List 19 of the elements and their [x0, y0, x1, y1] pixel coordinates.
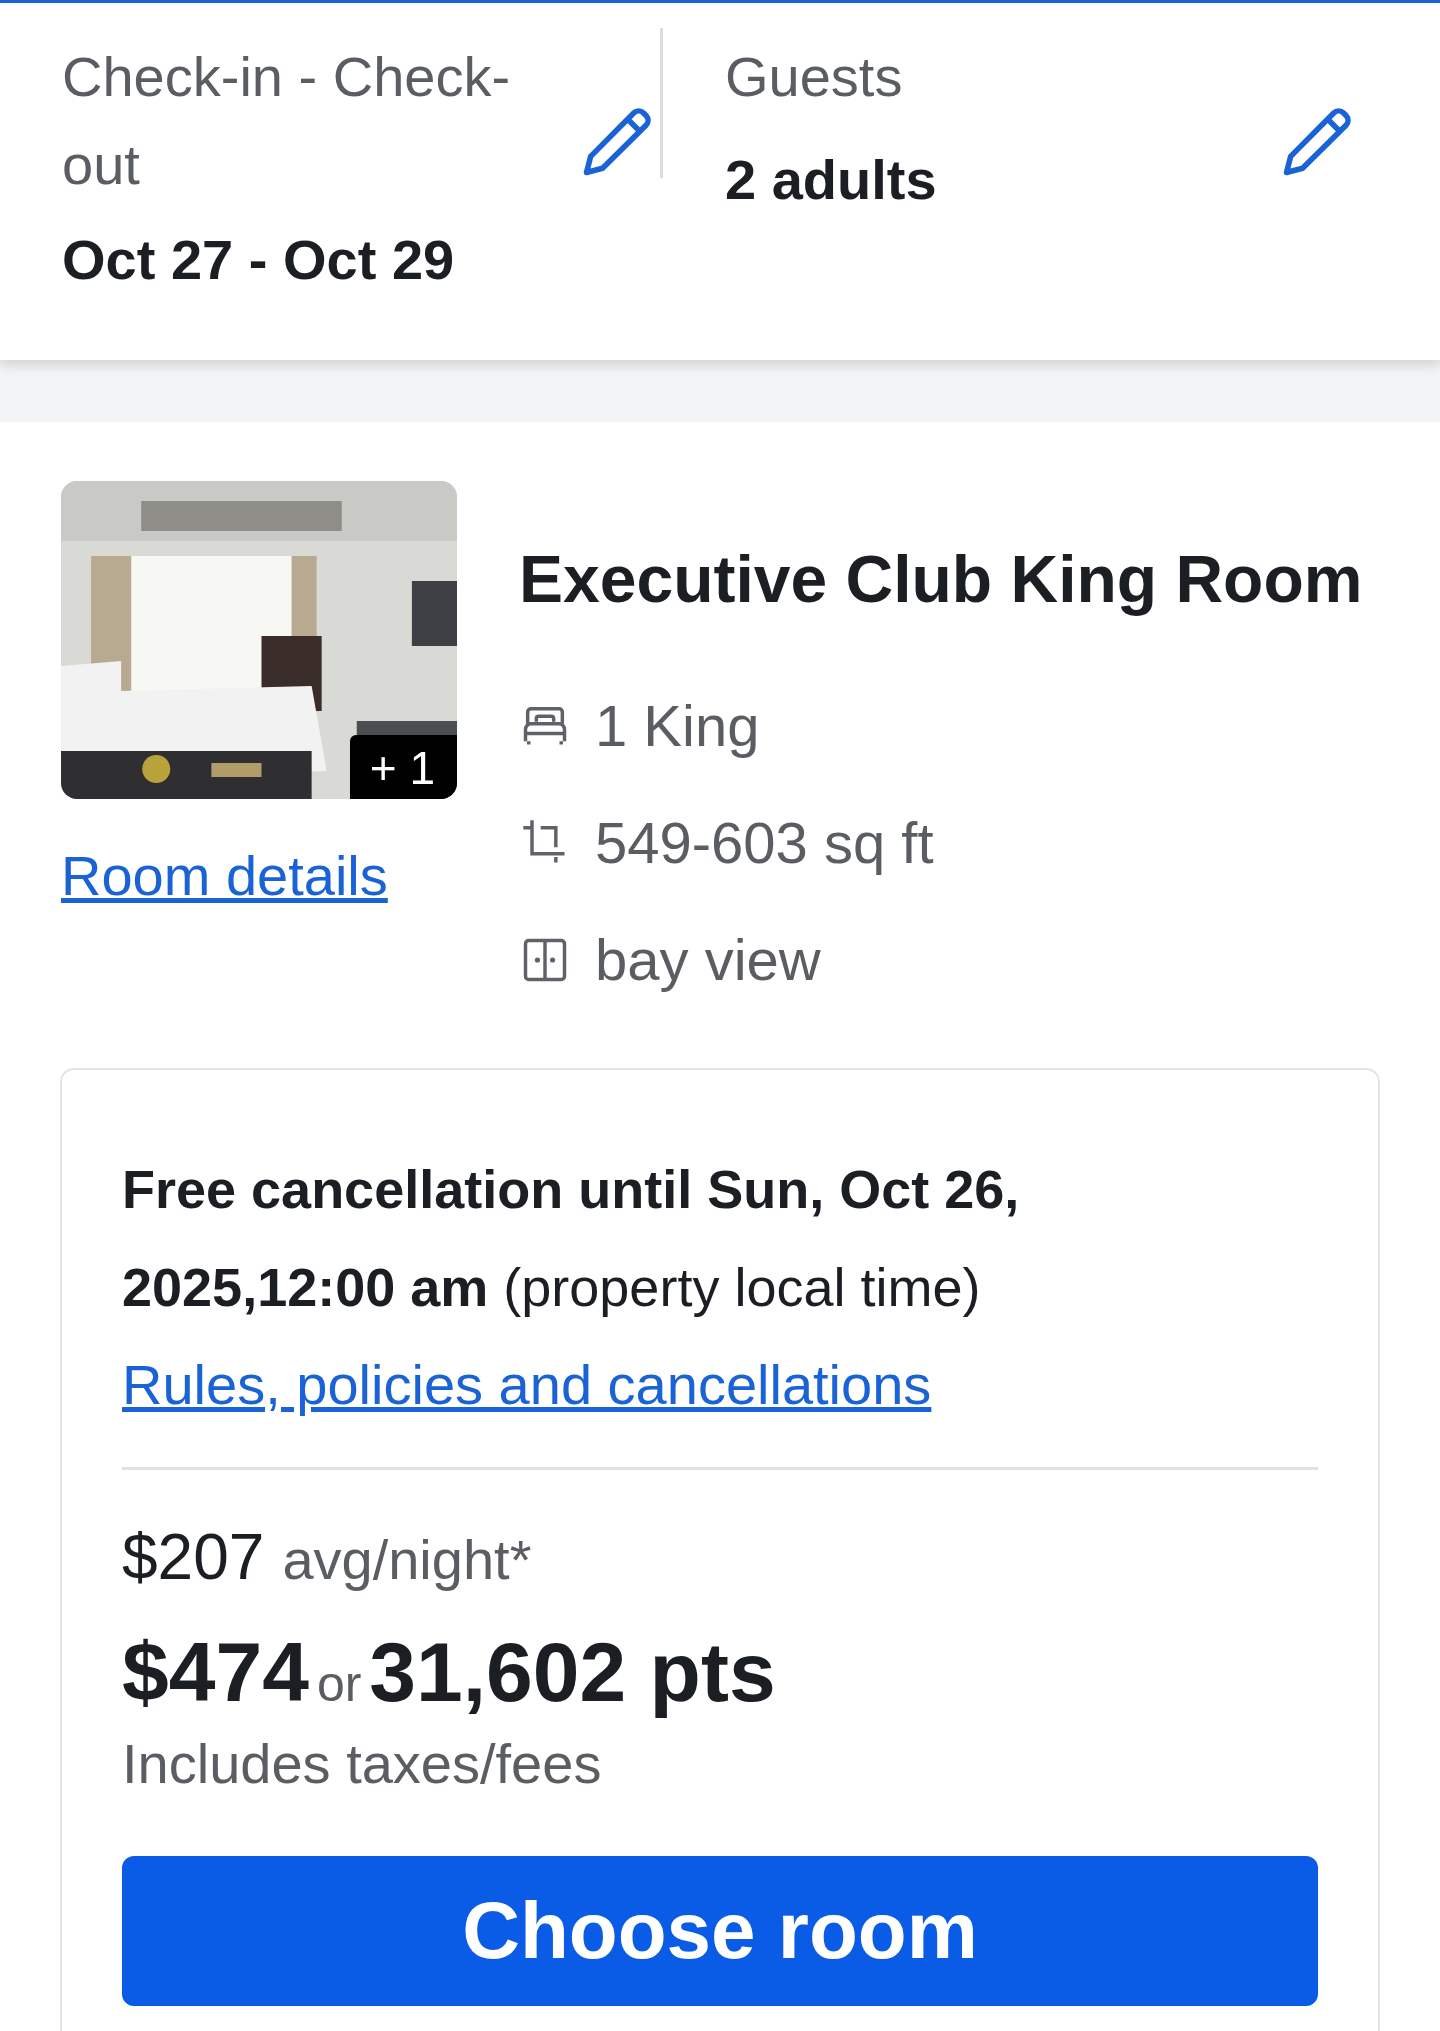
choose-room-button[interactable]: Choose room — [122, 1856, 1318, 2006]
policy-link[interactable]: Rules, policies and cancellations — [122, 1352, 932, 1417]
room-name: Executive Club King Room — [519, 541, 1363, 617]
guests-label: Guests — [725, 44, 904, 110]
room-details-link[interactable]: Room details — [61, 843, 519, 908]
amenity-text: 549-603 sq ft — [595, 809, 934, 876]
total-price: $474 — [122, 1624, 309, 1721]
total-note: Includes taxes/fees — [122, 1731, 602, 1796]
amenity-text: 1 King — [595, 692, 760, 759]
nightly-price: $207 — [122, 1520, 265, 1594]
photo-count-badge[interactable]: + 1 — [349, 735, 457, 799]
guests-value: 2 adults — [725, 147, 937, 212]
dates-label: Check-in - Check-out — [62, 44, 512, 198]
amenity-text: bay view — [595, 926, 821, 993]
dates-value: Oct 27 - Oct 29 — [62, 227, 456, 292]
nightly-unit: avg/night* — [282, 1527, 532, 1592]
cancellation-text: Free cancellation until Sun, Oct 26, 2025,12:00 am (property local time) — [122, 1158, 1021, 1319]
or-text: or — [316, 1655, 362, 1713]
points-price: 31,602 pts — [369, 1624, 776, 1721]
